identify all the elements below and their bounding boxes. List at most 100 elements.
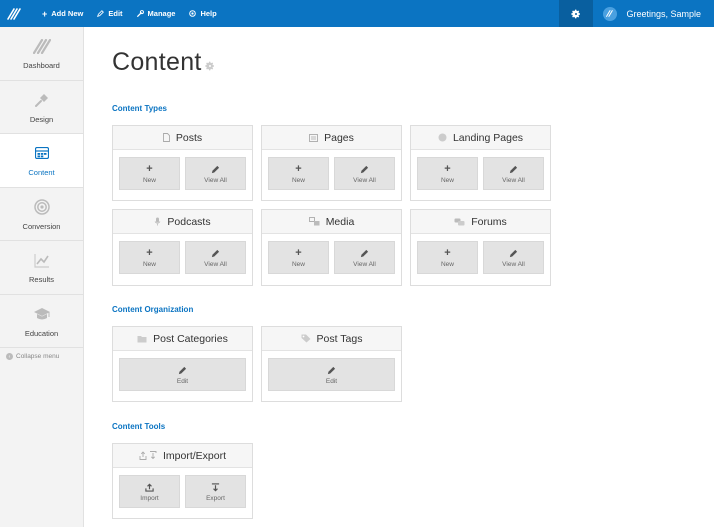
sidebar-item-design[interactable]: Design bbox=[0, 81, 83, 134]
button-label: New bbox=[440, 176, 454, 184]
add-new-menu[interactable]: + Add New bbox=[42, 9, 83, 19]
card-title: Podcasts bbox=[167, 215, 211, 228]
pages-new-button[interactable]: + New bbox=[268, 157, 329, 190]
media-view-all-button[interactable]: View All bbox=[334, 241, 395, 274]
plus-icon: + bbox=[146, 162, 153, 175]
add-new-label: Add New bbox=[51, 9, 84, 18]
pencil-icon bbox=[509, 164, 518, 175]
plus-icon: + bbox=[146, 246, 153, 259]
import-button[interactable]: Import bbox=[119, 475, 180, 508]
plus-icon: + bbox=[295, 246, 302, 259]
button-label: New bbox=[142, 176, 156, 184]
media-icon bbox=[308, 217, 320, 226]
help-menu[interactable]: Help bbox=[189, 9, 217, 19]
sidebar-item-label: Content bbox=[28, 168, 55, 178]
post-categories-card: Post Categories Edit bbox=[112, 326, 253, 402]
pencil-icon bbox=[211, 164, 220, 175]
landing-pages-card: Landing Pages + New View All bbox=[410, 125, 551, 201]
card-title: Forums bbox=[471, 215, 507, 228]
pencil-icon bbox=[97, 9, 105, 19]
podcasts-view-all-button[interactable]: View All bbox=[185, 241, 246, 274]
collapse-menu-button[interactable]: ‹ Collapse menu bbox=[0, 348, 83, 360]
avatar bbox=[603, 6, 618, 21]
sidebar-item-label: Conversion bbox=[22, 221, 61, 231]
greeting-label: Greetings, Sample bbox=[626, 8, 701, 19]
sidebar: Dashboard Design Content Conversion Resu… bbox=[0, 27, 84, 527]
section-title-content-organization: Content Organization bbox=[112, 305, 194, 314]
edit-menu[interactable]: Edit bbox=[97, 9, 123, 19]
plus-icon: + bbox=[444, 246, 451, 259]
help-label: Help bbox=[200, 9, 217, 18]
media-card: Media + New View All bbox=[261, 209, 402, 286]
button-label: View All bbox=[204, 260, 227, 268]
circle-icon bbox=[438, 133, 447, 142]
sidebar-item-label: Dashboard bbox=[23, 61, 60, 71]
target-icon bbox=[33, 197, 50, 217]
card-header: Pages bbox=[262, 126, 401, 150]
pencil-icon bbox=[360, 248, 369, 259]
wrench-icon bbox=[136, 9, 144, 19]
card-header: Landing Pages bbox=[411, 126, 550, 150]
chart-icon bbox=[33, 250, 50, 270]
pencil-icon bbox=[327, 365, 336, 376]
document-icon bbox=[162, 133, 170, 142]
button-label: View All bbox=[502, 176, 525, 184]
lifebuoy-icon bbox=[189, 9, 197, 19]
settings-button[interactable] bbox=[559, 0, 594, 27]
posts-view-all-button[interactable]: View All bbox=[185, 157, 246, 190]
graduation-cap-icon bbox=[33, 304, 51, 324]
plus-icon: + bbox=[295, 162, 302, 175]
pages-view-all-button[interactable]: View All bbox=[334, 157, 395, 190]
podcasts-new-button[interactable]: + New bbox=[119, 241, 180, 274]
card-header: Posts bbox=[113, 126, 252, 150]
sidebar-item-education[interactable]: Education bbox=[0, 295, 83, 348]
post-tags-card: Post Tags Edit bbox=[261, 326, 402, 402]
forums-card: Forums + New View All bbox=[410, 209, 551, 286]
landing-pages-view-all-button[interactable]: View All bbox=[483, 157, 544, 190]
card-header: Forums bbox=[411, 210, 550, 234]
import-export-card: Import/Export Import Export bbox=[112, 443, 253, 519]
pencil-icon bbox=[211, 248, 220, 259]
export-button[interactable]: Export bbox=[185, 475, 246, 508]
card-title: Pages bbox=[324, 131, 354, 144]
sidebar-item-label: Results bbox=[28, 275, 54, 285]
section-title-content-types: Content Types bbox=[112, 104, 167, 113]
upload-icon bbox=[145, 482, 154, 493]
manage-menu[interactable]: Manage bbox=[136, 9, 176, 19]
pencil-icon bbox=[509, 248, 518, 259]
button-label: Import bbox=[140, 494, 159, 502]
card-header: Post Categories bbox=[113, 327, 252, 351]
sidebar-item-dashboard[interactable]: Dashboard bbox=[0, 27, 83, 81]
pin-icon bbox=[34, 90, 50, 110]
logo-icon[interactable] bbox=[0, 0, 28, 27]
sidebar-item-label: Education bbox=[24, 328, 59, 338]
post-categories-edit-button[interactable]: Edit bbox=[119, 358, 246, 391]
sidebar-item-results[interactable]: Results bbox=[0, 241, 83, 295]
grid-icon bbox=[34, 143, 49, 163]
post-tags-edit-button[interactable]: Edit bbox=[268, 358, 395, 391]
folder-icon bbox=[137, 335, 147, 343]
pencil-icon bbox=[178, 365, 187, 376]
media-new-button[interactable]: + New bbox=[268, 241, 329, 274]
card-title: Post Tags bbox=[316, 332, 363, 345]
forums-view-all-button[interactable]: View All bbox=[483, 241, 544, 274]
collapse-label: Collapse menu bbox=[16, 353, 60, 360]
button-label: New bbox=[291, 260, 305, 268]
posts-new-button[interactable]: + New bbox=[119, 157, 180, 190]
card-title: Post Categories bbox=[153, 332, 228, 345]
pages-card: Pages + New View All bbox=[261, 125, 402, 201]
landing-pages-new-button[interactable]: + New bbox=[417, 157, 478, 190]
plus-icon: + bbox=[42, 8, 48, 19]
forums-new-button[interactable]: + New bbox=[417, 241, 478, 274]
button-label: View All bbox=[502, 260, 525, 268]
button-label: Export bbox=[206, 494, 225, 502]
gear-icon[interactable] bbox=[205, 58, 215, 76]
sidebar-item-conversion[interactable]: Conversion bbox=[0, 188, 83, 241]
card-header: Media bbox=[262, 210, 401, 234]
manage-label: Manage bbox=[147, 9, 176, 18]
page-icon bbox=[309, 133, 319, 142]
sidebar-item-content[interactable]: Content bbox=[0, 134, 83, 188]
tag-icon bbox=[301, 334, 311, 343]
user-menu[interactable]: Greetings, Sample bbox=[593, 0, 714, 27]
card-header: Import/Export bbox=[113, 444, 252, 468]
